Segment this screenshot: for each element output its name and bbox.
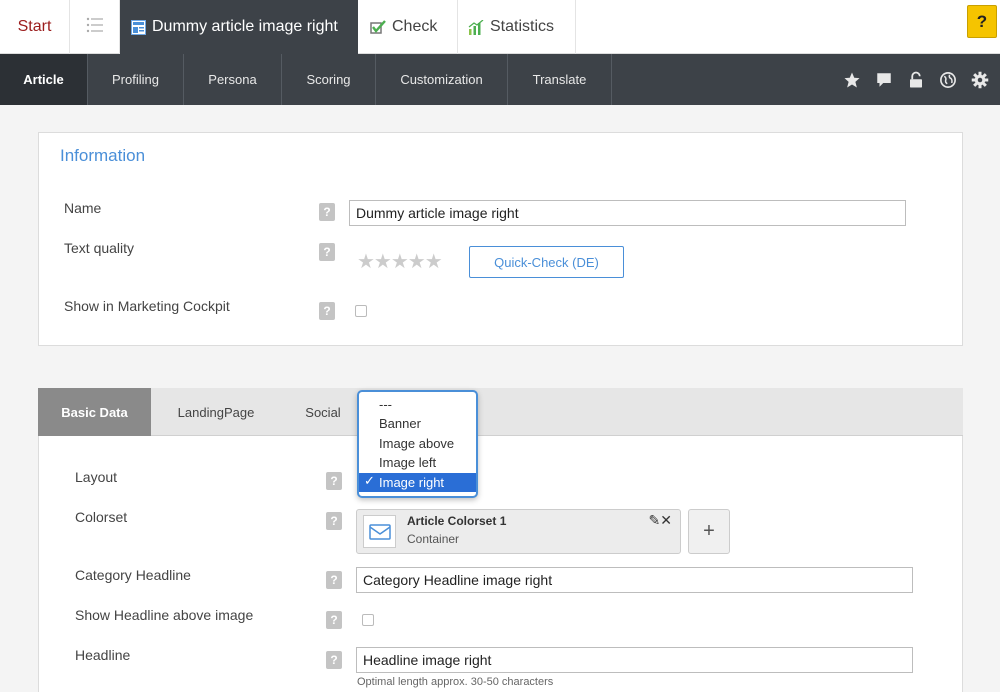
name-input[interactable]: Dummy article image right (349, 200, 906, 226)
help-icon-glyph: ? (330, 613, 338, 627)
colorset-name: Article Colorset 1 (407, 514, 507, 528)
information-title: Information (60, 146, 146, 165)
tab-list[interactable] (70, 0, 120, 54)
add-colorset-button[interactable]: + (688, 509, 730, 554)
comment-icon[interactable] (874, 70, 894, 90)
layout-option-selected[interactable]: ✓ Image right (359, 473, 476, 492)
main-nav: Article Profiling Persona Scoring Custom… (0, 54, 1000, 105)
checkmark-icon: ✓ (364, 473, 375, 488)
help-icon[interactable]: ? (326, 472, 342, 490)
quick-check-button[interactable]: Quick-Check (DE) (469, 246, 624, 278)
tab-basic-data[interactable]: Basic Data (38, 388, 151, 436)
document-icon (130, 19, 146, 35)
top-tab-bar: Start Dummy article image right Check St… (0, 0, 1000, 54)
help-icon[interactable]: ? (319, 203, 335, 221)
headline-label: Headline (75, 647, 131, 663)
nav-item-label: Profiling (112, 72, 159, 87)
help-icon[interactable]: ? (319, 302, 335, 320)
subtab-label: LandingPage (177, 404, 255, 420)
nav-item-scoring[interactable]: Scoring (282, 54, 376, 105)
help-icon[interactable]: ? (326, 512, 342, 530)
list-icon (86, 17, 104, 38)
nav-item-label: Customization (400, 72, 483, 87)
star-icon[interactable] (842, 70, 862, 90)
nav-item-customization[interactable]: Customization (376, 54, 508, 105)
check-icon (370, 19, 386, 35)
nav-item-label: Persona (208, 72, 257, 87)
tab-statistics[interactable]: Statistics (458, 0, 576, 54)
help-icon-glyph: ? (323, 304, 331, 318)
nav-item-label: Article (23, 72, 64, 87)
help-icon-glyph: ? (323, 205, 331, 219)
category-headline-input[interactable]: Category Headline image right (356, 567, 913, 593)
help-icon-glyph: ? (330, 653, 338, 667)
help-icon[interactable]: ? (326, 651, 342, 669)
colorset-card[interactable]: Article Colorset 1 Container ✎✕ (356, 509, 681, 554)
tab-article-document[interactable]: Dummy article image right (120, 0, 358, 54)
help-button[interactable]: ? (967, 5, 997, 38)
globe-icon[interactable] (938, 70, 958, 90)
nav-item-persona[interactable]: Persona (184, 54, 282, 105)
nav-item-label: Translate (532, 72, 587, 87)
rating-stars: ★★★★★ (357, 251, 443, 273)
nav-item-translate[interactable]: Translate (508, 54, 612, 105)
tab-landing-page[interactable]: LandingPage (162, 388, 270, 436)
envelope-icon (363, 515, 396, 548)
layout-option[interactable]: --- (359, 395, 476, 414)
unlock-icon[interactable] (906, 70, 926, 90)
help-icon-glyph: ? (330, 514, 338, 528)
nav-item-label: Scoring (306, 72, 351, 87)
help-icon[interactable]: ? (326, 571, 342, 589)
subtab-bar: Basic Data LandingPage Social (38, 388, 963, 436)
nav-item-profiling[interactable]: Profiling (88, 54, 184, 105)
tab-statistics-label: Statistics (490, 18, 555, 35)
tab-social[interactable]: Social (293, 388, 353, 436)
layout-option[interactable]: Banner (359, 414, 476, 433)
headline-hint: Optimal length approx. 30-50 characters (357, 676, 554, 688)
layout-option-selected-label: Image right (379, 475, 445, 490)
plus-icon: + (703, 520, 715, 542)
nav-item-article[interactable]: Article (0, 54, 88, 105)
subtab-label: Social (305, 404, 341, 420)
help-icon[interactable]: ? (319, 243, 335, 261)
nav-icon-group (842, 54, 990, 105)
name-label: Name (64, 200, 102, 216)
tab-start[interactable]: Start (0, 0, 70, 54)
marketing-cockpit-checkbox[interactable] (355, 305, 367, 317)
tab-article-label: Dummy article image right (152, 18, 338, 35)
tab-check-label: Check (392, 18, 438, 35)
layout-label: Layout (75, 469, 118, 485)
tab-check[interactable]: Check (358, 0, 458, 54)
help-icon-glyph: ? (323, 245, 331, 259)
layout-dropdown[interactable]: --- Banner Image above Image left ✓ Imag… (357, 390, 478, 498)
subtab-label: Basic Data (61, 404, 128, 420)
help-icon-glyph: ? (330, 573, 338, 587)
gear-icon[interactable] (970, 70, 990, 90)
help-button-label: ? (976, 11, 988, 31)
text-quality-label: Text quality (64, 240, 135, 256)
tab-start-label: Start (17, 18, 52, 35)
show-headline-label: Show Headline above image (75, 607, 254, 623)
bar-chart-icon (468, 19, 484, 35)
marketing-cockpit-label: Show in Marketing Cockpit (64, 298, 230, 314)
category-headline-label: Category Headline (75, 567, 191, 583)
colorset-label: Colorset (75, 509, 128, 525)
show-headline-checkbox[interactable] (362, 614, 374, 626)
layout-option[interactable]: Image above (359, 434, 476, 453)
help-icon[interactable]: ? (326, 611, 342, 629)
help-icon-glyph: ? (330, 474, 338, 488)
content-area: Information Name ? Dummy article image r… (0, 105, 1000, 692)
colorset-edit-remove-icons[interactable]: ✎✕ (649, 512, 672, 529)
quick-check-label: Quick-Check (DE) (494, 254, 599, 270)
headline-input[interactable]: Headline image right (356, 647, 913, 673)
layout-option[interactable]: Image left (359, 453, 476, 472)
colorset-type: Container (407, 532, 460, 546)
